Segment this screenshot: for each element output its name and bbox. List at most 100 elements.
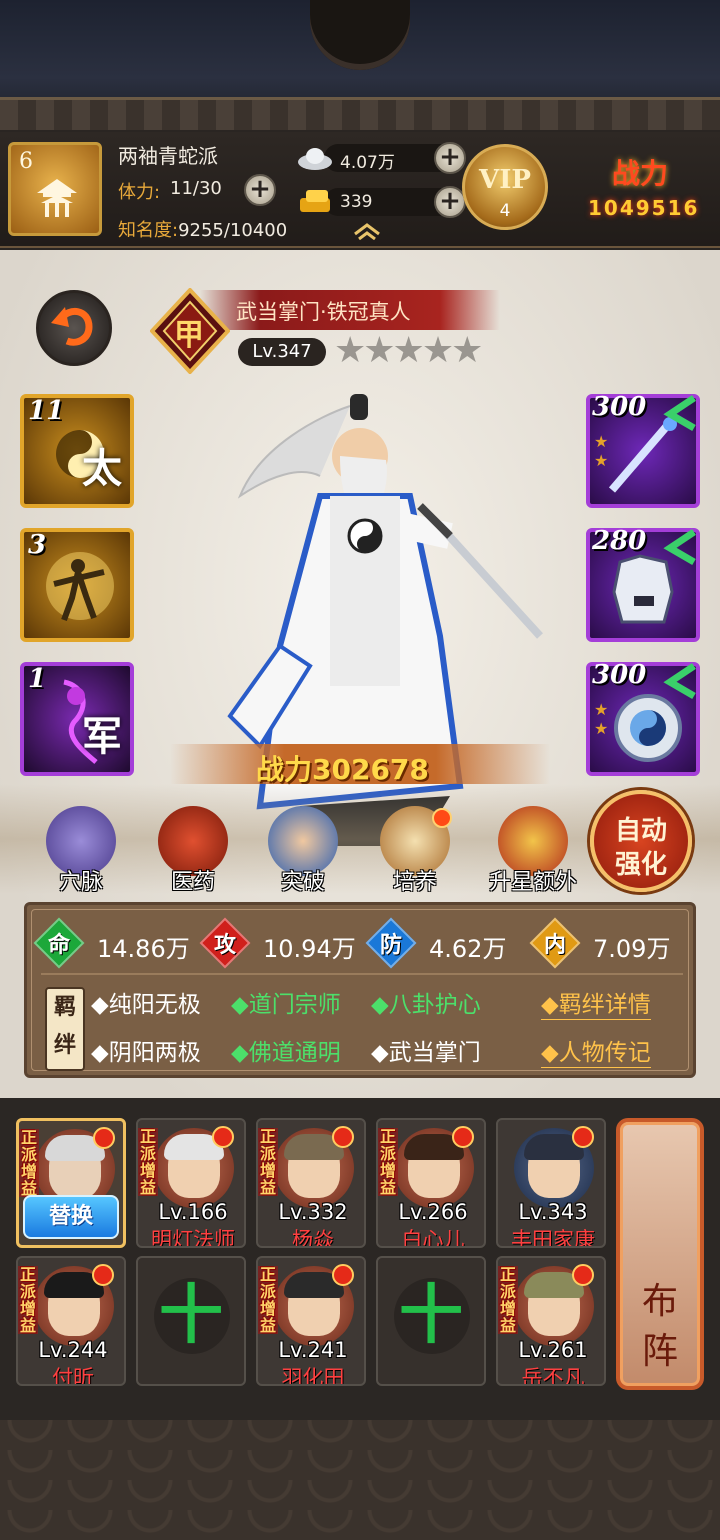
medicine-button[interactable]: 医药 bbox=[148, 806, 238, 896]
total-power-label: 战力 bbox=[612, 157, 669, 190]
faction-tag: 正派增益 bbox=[138, 1127, 158, 1197]
lineup-slot[interactable]: 正派增益 Lv.241 羽化田 bbox=[256, 1256, 366, 1386]
sect-name: 两袖青蛇派 bbox=[118, 144, 218, 168]
fetter-item: ◆阴阳两极 bbox=[91, 1040, 201, 1066]
sect-badge[interactable]: 6 bbox=[8, 142, 102, 236]
roof-header bbox=[0, 0, 720, 130]
star-extra-button[interactable]: 升星额外 bbox=[484, 806, 582, 896]
swap-button[interactable]: 替换 bbox=[23, 1195, 119, 1239]
silver-value: 4.07万 bbox=[340, 153, 395, 173]
faction-tag: 正派增益 bbox=[18, 1265, 38, 1335]
stat-value: 10.94万 bbox=[263, 935, 356, 963]
upgrade-arrow-icon bbox=[663, 395, 696, 432]
skill-glyph: 太 bbox=[82, 445, 122, 492]
fetter-badge: 羁绊 bbox=[45, 987, 85, 1071]
faction-tag: 正派增益 bbox=[258, 1127, 278, 1197]
stat-char: 防 bbox=[379, 933, 402, 958]
formation-line1: 布 bbox=[641, 1281, 678, 1322]
stat-value: 14.86万 bbox=[97, 935, 190, 963]
lineup-slot[interactable]: 正派增益 Lv.266 白心儿 bbox=[376, 1118, 486, 1248]
hero-name: 明灯法师 bbox=[151, 1228, 235, 1248]
hero-level: Lv.332 bbox=[278, 1200, 348, 1224]
notification-dot bbox=[93, 1127, 115, 1149]
bottom-decor bbox=[0, 1420, 720, 1540]
lineup-slot-current[interactable]: 正派增益 替换 bbox=[16, 1118, 126, 1248]
hero-level: Lv.166 bbox=[158, 1200, 228, 1224]
notification-dot bbox=[212, 1126, 234, 1148]
stat-value: 4.62万 bbox=[429, 935, 507, 963]
equip-slot-accessory[interactable]: 300 ★ ★ bbox=[586, 660, 700, 776]
back-arrow-icon bbox=[51, 307, 93, 346]
add-stamina-button[interactable]: + bbox=[244, 174, 276, 206]
function-label: 穴脉 bbox=[58, 870, 103, 895]
total-power: 战力 1049516 bbox=[582, 142, 718, 238]
stat-hp: 命 14.86万 bbox=[33, 917, 193, 969]
equip-slot-weapon[interactable]: 300 ★ ★ bbox=[586, 392, 700, 508]
silver-ingot-icon bbox=[298, 148, 332, 170]
lineup-slot[interactable]: 正派增益 Lv.166 明灯法师 bbox=[136, 1118, 246, 1248]
stat-internal: 内 7.09万 bbox=[529, 917, 689, 969]
hero-title: 武当掌门·铁冠真人 bbox=[236, 300, 411, 324]
hero-name: 付昕 bbox=[52, 1366, 94, 1386]
fetter-item: ◆道门宗师 bbox=[231, 992, 341, 1018]
hero-name: 羽化田 bbox=[281, 1366, 345, 1386]
auto-enhance-button[interactable]: 自动 强化 bbox=[590, 790, 692, 892]
equip-slot-armor[interactable]: 280 bbox=[586, 526, 700, 642]
notification-dot bbox=[572, 1264, 594, 1286]
empty-lineup-slot[interactable]: 十 bbox=[376, 1256, 486, 1386]
star-rating: ★★★★★ bbox=[334, 330, 483, 371]
skill-level: 3 bbox=[28, 530, 47, 560]
stat-attack: 攻 10.94万 bbox=[199, 917, 359, 969]
breakthrough-button[interactable]: 突破 bbox=[258, 806, 348, 896]
faction-tag: 正派增益 bbox=[19, 1128, 39, 1198]
vip-badge[interactable]: VIP 4 bbox=[462, 144, 548, 230]
function-label: 升星额外 bbox=[488, 870, 577, 895]
hero-name: 杨焱 bbox=[292, 1228, 334, 1248]
hero-level: Lv.266 bbox=[398, 1200, 468, 1224]
notification-dot bbox=[572, 1126, 594, 1148]
lineup-panel: 正派增益 替换 正派增益 Lv.166 明灯法师 正派增益 Lv.332 杨焱 … bbox=[0, 1098, 720, 1420]
faction-tag: 正派增益 bbox=[378, 1127, 398, 1197]
chevron-up-icon[interactable] bbox=[352, 220, 382, 240]
hero-name: 丰田家康 bbox=[511, 1228, 595, 1248]
skill-level: 1 bbox=[28, 664, 47, 694]
lineup-slot[interactable]: Lv.343 丰田家康 bbox=[496, 1118, 606, 1248]
vip-level: 4 bbox=[499, 201, 511, 221]
add-hero-icon: 十 bbox=[399, 1279, 463, 1353]
fetter-item: ◆八卦护心 bbox=[371, 992, 481, 1018]
attribute-panel: 命 14.86万 攻 10.94万 防 4.62万 内 7.09万 羁绊 ◆纯阳… bbox=[24, 902, 696, 1078]
skill-slot-3[interactable]: 1 军 bbox=[20, 662, 134, 776]
notification-dot bbox=[432, 808, 452, 828]
biography-link[interactable]: ◆人物传记 bbox=[541, 1033, 651, 1068]
formation-button[interactable]: 布 阵 bbox=[616, 1118, 704, 1390]
hero-name: 岳不凡 bbox=[521, 1366, 585, 1386]
stat-defense: 防 4.62万 bbox=[365, 917, 525, 969]
skill-slot-2[interactable]: 3 bbox=[20, 528, 134, 642]
skill-slot-1[interactable]: 11 太 bbox=[20, 394, 134, 508]
function-label: 培养 bbox=[392, 870, 437, 895]
lineup-slot[interactable]: 正派增益 Lv.261 岳不凡 bbox=[496, 1256, 606, 1386]
upgrade-arrow-icon bbox=[663, 663, 696, 700]
hero-name: 白心儿 bbox=[401, 1228, 465, 1248]
notification-dot bbox=[332, 1126, 354, 1148]
add-silver-button[interactable]: + bbox=[434, 142, 466, 174]
notification-dot bbox=[92, 1264, 114, 1286]
hero-power: 战力302678 bbox=[256, 753, 429, 786]
upgrade-arrow-icon bbox=[663, 529, 696, 566]
status-bar: 6 两袖青蛇派 体力: 11/30 + 知名度:9255/10400 4.07万… bbox=[0, 132, 720, 248]
fetter-item: ◆佛道通明 bbox=[231, 1040, 341, 1066]
vip-label: VIP bbox=[479, 165, 531, 195]
skill-glyph: 军 bbox=[82, 713, 122, 760]
stamina-row: 体力: 11/30 + bbox=[116, 174, 278, 206]
fetter-details-link[interactable]: ◆羁绊详情 bbox=[541, 985, 651, 1020]
train-button[interactable]: 培养 bbox=[370, 806, 460, 896]
skill-level: 11 bbox=[28, 396, 65, 426]
empty-lineup-slot[interactable]: 十 bbox=[136, 1256, 246, 1386]
back-button[interactable] bbox=[36, 290, 112, 366]
silver-row: 4.07万 + bbox=[296, 140, 466, 176]
lineup-slot[interactable]: 正派增益 Lv.244 付昕 bbox=[16, 1256, 126, 1386]
stat-char: 命 bbox=[47, 933, 70, 958]
faction-tag: 正派增益 bbox=[258, 1265, 278, 1335]
meridian-button[interactable]: 穴脉 bbox=[36, 806, 126, 896]
lineup-slot[interactable]: 正派增益 Lv.332 杨焱 bbox=[256, 1118, 366, 1248]
